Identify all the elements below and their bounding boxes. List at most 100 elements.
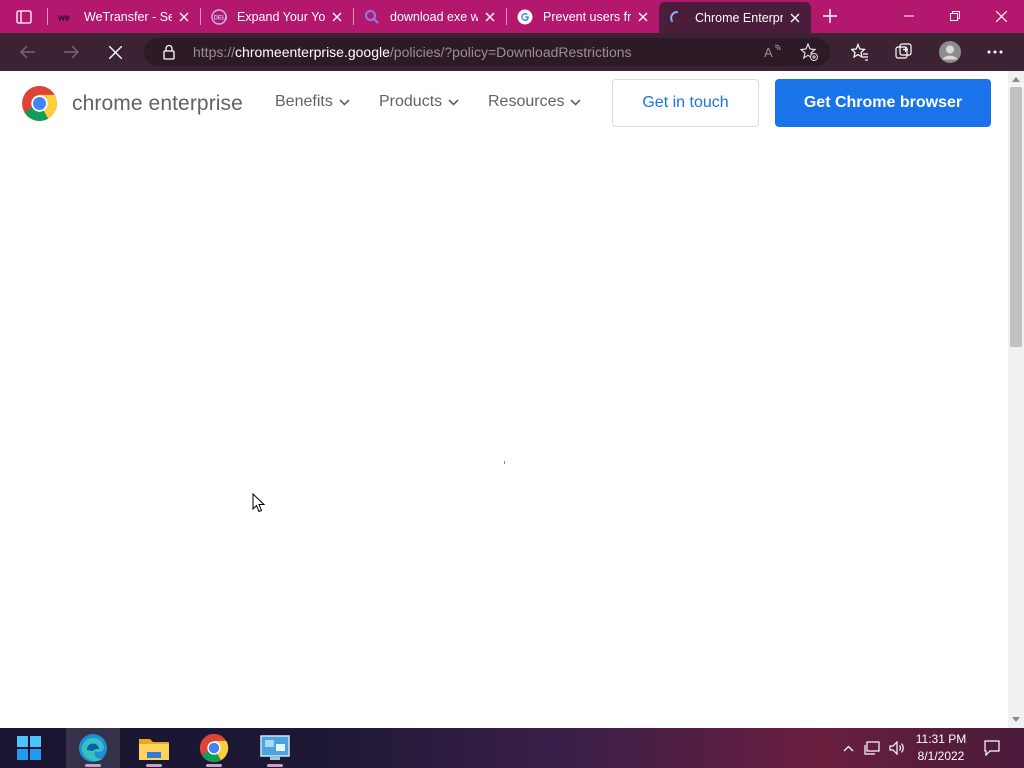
tab-title: WeTransfer - Send (84, 9, 172, 24)
browser-toolbar: https://chromeenterprise.google/policies… (0, 33, 1024, 71)
taskbar-chrome[interactable] (187, 728, 241, 768)
taskbar-edge[interactable] (66, 728, 120, 768)
chrome-logo-icon (22, 86, 57, 121)
tab-title: download exe w (390, 9, 478, 24)
file-explorer-icon (139, 739, 169, 760)
close-tab-icon[interactable] (635, 9, 651, 25)
taskbar-remote-desktop[interactable] (248, 728, 302, 768)
chrome-enterprise-logo[interactable]: chrome enterprise (21, 85, 243, 122)
new-tab-button[interactable] (818, 5, 842, 27)
lock-icon[interactable] (162, 44, 176, 60)
svg-text:A: A (764, 45, 773, 60)
favorites-button[interactable] (846, 38, 874, 66)
get-in-touch-button[interactable]: Get in touch (612, 79, 759, 127)
clock-time: 11:31 PM (915, 732, 967, 746)
tab-title: Chrome Enterprise (695, 10, 783, 25)
star-plus-icon (800, 43, 818, 61)
loading-spinner-icon (669, 10, 685, 26)
get-chrome-browser-button[interactable]: Get Chrome browser (775, 79, 991, 127)
collections-icon (895, 43, 912, 59)
tab-actions-button[interactable] (10, 6, 38, 28)
svg-text:DELL: DELL (214, 15, 227, 21)
chevron-down-icon (339, 98, 350, 106)
volume-icon (888, 741, 904, 755)
plus-icon (823, 9, 837, 23)
tab-title: Prevent users fro (543, 9, 631, 24)
stop-loading-button[interactable] (101, 38, 129, 66)
minimize-button[interactable] (886, 0, 932, 32)
tab-wetransfer[interactable]: we WeTransfer - Send (48, 0, 200, 33)
wetransfer-icon: we (58, 9, 74, 25)
google-icon (517, 9, 533, 25)
favorites-icon (851, 43, 868, 61)
nav-label: Resources (488, 93, 565, 110)
read-aloud-icon: A (764, 44, 781, 60)
stop-icon (108, 45, 122, 59)
close-tab-icon[interactable] (329, 9, 345, 25)
close-icon (995, 10, 1007, 22)
profile-button[interactable] (936, 38, 964, 66)
add-favorite-button[interactable] (795, 38, 823, 66)
forward-button[interactable] (57, 38, 85, 66)
page-scrollbar[interactable] (1008, 71, 1024, 728)
active-indicator (206, 764, 222, 767)
scroll-up-icon[interactable] (1008, 72, 1024, 86)
remote-desktop-icon (260, 735, 290, 760)
collections-button[interactable] (890, 38, 918, 66)
system-clock[interactable]: 11:31 PM 8/1/2022 (905, 731, 977, 765)
tab-download-search[interactable]: download exe w (354, 0, 506, 33)
notifications-button[interactable] (980, 728, 1004, 768)
url-text[interactable]: https://chromeenterprise.google/policies… (193, 44, 632, 60)
start-icon (17, 736, 41, 760)
url-host: chromeenterprise.google (235, 44, 390, 60)
chrome-icon (199, 733, 229, 763)
arrow-right-icon (64, 45, 79, 59)
network-icon (864, 740, 880, 755)
chevron-down-icon (570, 98, 582, 106)
read-aloud-button[interactable]: A (759, 38, 787, 66)
url-path: /policies/?policy=DownloadRestrictions (389, 44, 632, 60)
search-icon (364, 9, 380, 25)
tab-actions-icon (16, 10, 32, 24)
arrow-left-icon (20, 45, 35, 59)
start-button[interactable] (2, 728, 56, 768)
active-indicator (85, 764, 101, 767)
scroll-down-icon[interactable] (1008, 712, 1024, 726)
show-hidden-icons-button[interactable] (838, 728, 858, 768)
close-tab-icon[interactable] (176, 9, 192, 25)
chevron-down-icon (448, 98, 459, 106)
close-window-button[interactable] (978, 0, 1024, 32)
settings-menu-button[interactable] (981, 38, 1009, 66)
tab-prevent-users[interactable]: Prevent users fro (507, 0, 659, 33)
clock-date: 8/1/2022 (917, 749, 965, 763)
nav-resources[interactable]: Resources (488, 93, 582, 111)
site-header: chrome enterprise Benefits Products Reso… (0, 71, 1008, 137)
close-tab-icon[interactable] (787, 10, 803, 26)
address-bar[interactable]: https://chromeenterprise.google/policies… (144, 38, 830, 66)
nav-benefits[interactable]: Benefits (275, 93, 350, 111)
chevron-up-icon (843, 745, 853, 751)
restore-button[interactable] (932, 0, 978, 32)
active-indicator (267, 764, 283, 767)
network-button[interactable] (862, 728, 882, 768)
more-icon (987, 50, 1003, 54)
tab-dell[interactable]: DELL Expand Your Your (201, 0, 353, 33)
nav-products[interactable]: Products (379, 93, 459, 111)
edge-icon (79, 734, 107, 762)
loading-indicator (504, 461, 505, 464)
tab-strip: we WeTransfer - Send DELL Expand Your Yo… (0, 0, 1024, 33)
avatar (939, 41, 961, 63)
dell-icon: DELL (211, 8, 227, 25)
url-scheme: https:// (193, 44, 236, 60)
minimize-icon (904, 15, 914, 17)
nav-label: Benefits (275, 93, 333, 110)
tab-chrome-enterprise[interactable]: Chrome Enterprise (659, 2, 811, 33)
close-tab-icon[interactable] (482, 9, 498, 25)
svg-text:we: we (58, 12, 70, 21)
restore-icon (950, 11, 960, 21)
back-button[interactable] (14, 38, 42, 66)
scrollbar-thumb[interactable] (1010, 87, 1022, 347)
active-indicator (146, 764, 162, 767)
taskbar-file-explorer[interactable] (127, 728, 181, 768)
mouse-pointer-icon (252, 493, 265, 513)
